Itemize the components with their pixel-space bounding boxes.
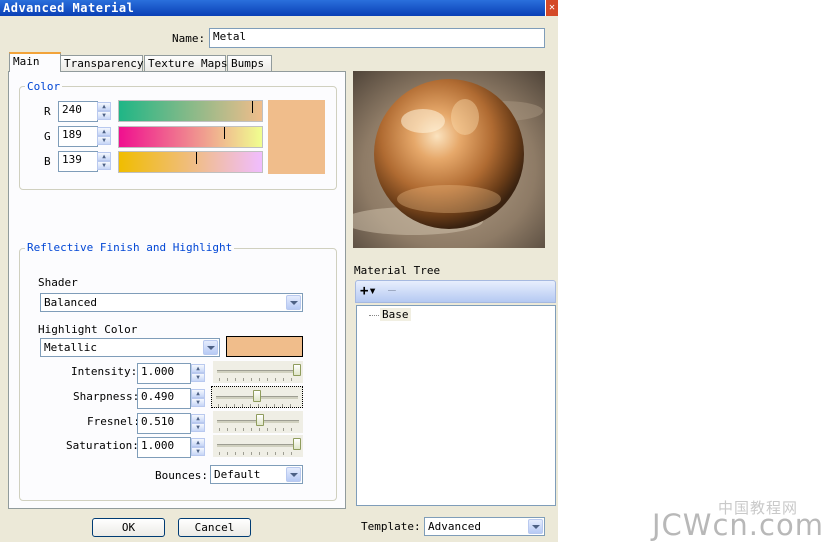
saturation-slider[interactable]: [213, 435, 303, 457]
slider-ticks: [219, 452, 297, 455]
g-marker[interactable]: [224, 127, 225, 139]
chevron-down-icon[interactable]: [203, 340, 218, 355]
saturation-input[interactable]: 1.000: [137, 437, 191, 458]
sharpness-label: Sharpness:: [73, 390, 140, 403]
shader-value: Balanced: [44, 296, 97, 309]
slider-track: [217, 444, 299, 447]
slider-ticks: [219, 428, 297, 431]
close-button[interactable]: ✕: [545, 0, 558, 16]
r-label: R: [44, 105, 51, 118]
preview-sphere-image: [353, 71, 545, 248]
name-input[interactable]: Metal: [209, 28, 545, 48]
material-tree-toolbar: +▾ —: [355, 280, 556, 303]
slider-ticks: [218, 404, 296, 407]
b-input[interactable]: 139: [58, 151, 98, 172]
slider-thumb[interactable]: [253, 390, 261, 402]
highlight-color-label: Highlight Color: [38, 323, 138, 336]
material-preview: [353, 71, 545, 248]
fresnel-slider[interactable]: [213, 411, 303, 433]
saturation-spinner[interactable]: ▲ ▼: [191, 438, 205, 456]
material-tree[interactable]: Base: [356, 305, 556, 506]
tab-bumps[interactable]: Bumps: [227, 55, 272, 71]
slider-track: [217, 370, 299, 373]
bounces-dropdown[interactable]: Default: [210, 465, 303, 484]
highlight-value: Metallic: [44, 341, 97, 354]
r-channel-slider[interactable]: [118, 100, 263, 122]
add-icon[interactable]: +▾: [360, 283, 377, 299]
bounces-value: Default: [214, 468, 261, 481]
tab-transparency[interactable]: Transparency: [60, 55, 143, 71]
tree-connector: [369, 315, 379, 316]
title-bar: Advanced Material ✕: [0, 0, 558, 16]
shader-dropdown[interactable]: Balanced: [40, 293, 303, 312]
intensity-slider[interactable]: [213, 361, 303, 383]
chevron-down-icon[interactable]: [528, 519, 543, 534]
name-label: Name:: [172, 32, 206, 45]
watermark-bottom: JCWcn.com: [652, 508, 824, 542]
highlight-color-swatch[interactable]: [226, 336, 303, 357]
highlight-dropdown[interactable]: Metallic: [40, 338, 220, 357]
b-marker[interactable]: [196, 152, 197, 164]
ok-button[interactable]: OK: [92, 518, 165, 537]
b-channel-slider[interactable]: [118, 151, 263, 173]
g-channel-slider[interactable]: [118, 126, 263, 148]
template-label: Template:: [361, 520, 421, 533]
slider-thumb[interactable]: [293, 364, 301, 376]
template-value: Advanced: [428, 520, 481, 533]
fresnel-input[interactable]: 0.510: [137, 413, 191, 434]
g-input[interactable]: 189: [58, 126, 98, 147]
slider-thumb[interactable]: [293, 438, 301, 450]
intensity-spinner[interactable]: ▲ ▼: [191, 364, 205, 382]
r-input[interactable]: 240: [58, 101, 98, 122]
fresnel-spinner[interactable]: ▲ ▼: [191, 414, 205, 432]
reflective-group-title: Reflective Finish and Highlight: [25, 241, 235, 254]
b-spinner[interactable]: ▲ ▼: [97, 152, 111, 170]
window-title: Advanced Material: [3, 1, 135, 15]
main-tab-panel: Color R 240 ▲ ▼ G 189 ▲ ▼ B 139 ▲ ▼ Reflect…: [8, 71, 346, 509]
color-swatch[interactable]: [268, 100, 325, 174]
tab-texture-maps[interactable]: Texture Maps: [144, 55, 227, 71]
tree-item-base[interactable]: Base: [380, 308, 411, 321]
cancel-button[interactable]: Cancel: [178, 518, 251, 537]
sharpness-input[interactable]: 0.490: [137, 388, 191, 409]
color-group-title: Color: [25, 80, 63, 93]
intensity-input[interactable]: 1.000: [137, 363, 191, 384]
tab-main[interactable]: Main: [9, 52, 61, 72]
material-tree-label: Material Tree: [354, 264, 441, 277]
chevron-down-icon[interactable]: [286, 295, 301, 310]
g-spinner[interactable]: ▲ ▼: [97, 127, 111, 145]
advanced-material-dialog: Advanced Material ✕ Name: Metal Main Tra…: [0, 0, 558, 542]
template-dropdown[interactable]: Advanced: [424, 517, 545, 536]
sharpness-slider[interactable]: [211, 386, 303, 408]
g-label: G: [44, 130, 51, 143]
b-label: B: [44, 155, 51, 168]
bounces-label: Bounces:: [155, 469, 208, 482]
r-spinner[interactable]: ▲ ▼: [97, 102, 111, 120]
saturation-label: Saturation:: [66, 439, 139, 452]
slider-thumb[interactable]: [256, 414, 264, 426]
sharpness-spinner[interactable]: ▲ ▼: [191, 389, 205, 407]
r-marker[interactable]: [252, 101, 253, 113]
shader-label: Shader: [38, 276, 78, 289]
remove-icon[interactable]: —: [388, 283, 396, 298]
chevron-down-icon[interactable]: [286, 467, 301, 482]
slider-ticks: [219, 378, 297, 381]
fresnel-label: Fresnel:: [87, 415, 140, 428]
intensity-label: Intensity:: [71, 365, 138, 378]
